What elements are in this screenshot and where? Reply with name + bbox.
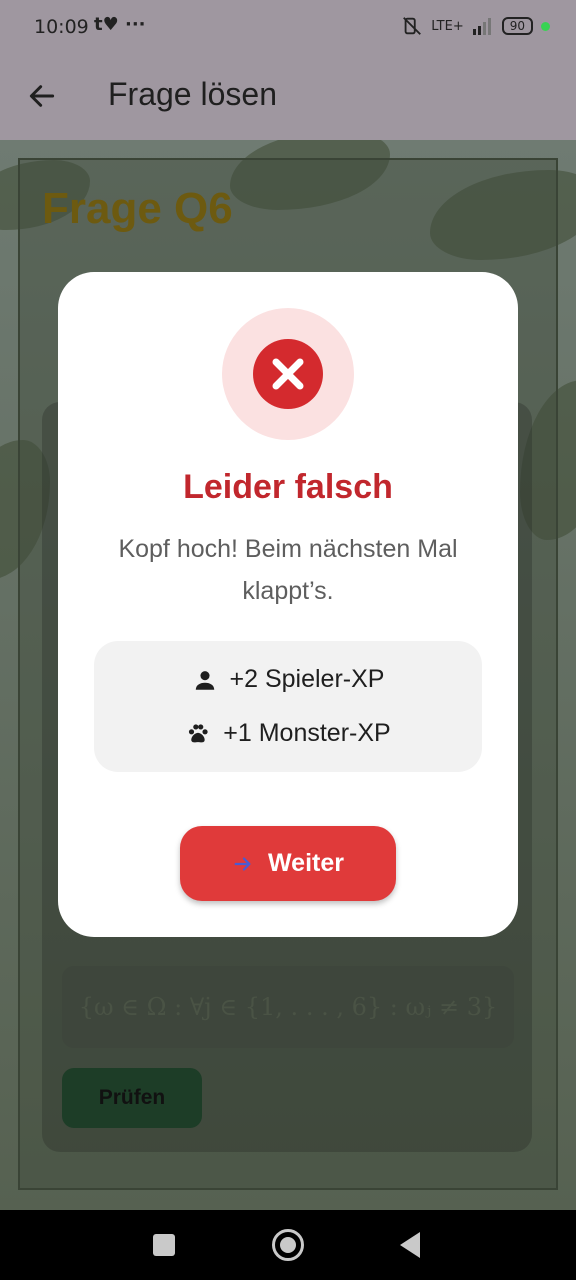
home-icon[interactable] bbox=[272, 1229, 304, 1261]
next-button[interactable]: Weiter bbox=[180, 826, 396, 901]
back-arrow-icon[interactable] bbox=[26, 80, 58, 112]
status-bar: 10:09 t♥ ··· LTE+ 90 bbox=[0, 0, 576, 56]
signal-icon bbox=[472, 18, 491, 35]
dialog-subtitle: Kopf hoch! Beim nächsten Mal klappt’s. bbox=[118, 535, 458, 605]
app-bar: Frage lösen bbox=[0, 56, 576, 140]
player-xp-row: +2 Spieler-XP bbox=[94, 665, 482, 694]
notification-icons: t♥ ··· bbox=[94, 14, 146, 35]
network-label: LTE+ bbox=[431, 18, 464, 34]
privacy-dot-icon bbox=[541, 21, 550, 31]
mute-icon bbox=[403, 17, 422, 35]
arrow-right-icon bbox=[234, 856, 251, 871]
page-title: Frage lösen bbox=[108, 76, 277, 112]
back-icon[interactable] bbox=[400, 1232, 420, 1258]
xp-summary: +2 Spieler-XP +1 Monster-XP bbox=[94, 641, 482, 772]
status-time: 10:09 bbox=[34, 16, 89, 38]
battery-icon: 90 bbox=[501, 17, 533, 35]
player-xp-label: +2 Spieler-XP bbox=[229, 665, 385, 693]
result-dialog: Leider falsch Kopf hoch! Beim nächsten M… bbox=[58, 272, 518, 937]
monster-xp-row: +1 Monster-XP bbox=[94, 719, 482, 748]
error-x-icon bbox=[253, 339, 323, 409]
paw-icon bbox=[189, 723, 208, 742]
dialog-title: Leider falsch bbox=[183, 468, 393, 506]
person-icon bbox=[195, 670, 214, 690]
question-title: Frage Q6 bbox=[42, 184, 233, 233]
next-button-label: Weiter bbox=[268, 849, 344, 877]
answer-formula: {ω ∈ Ω : ∀j ∈ {1, . . . , 6} : ωⱼ ≠ 3} bbox=[62, 966, 514, 1048]
status-right: LTE+ 90 bbox=[401, 15, 550, 37]
system-nav-bar bbox=[0, 1210, 576, 1280]
error-icon-background bbox=[222, 308, 354, 440]
check-button[interactable]: Prüfen bbox=[62, 1068, 202, 1128]
recents-icon[interactable] bbox=[153, 1234, 175, 1256]
monster-xp-label: +1 Monster-XP bbox=[223, 719, 391, 747]
